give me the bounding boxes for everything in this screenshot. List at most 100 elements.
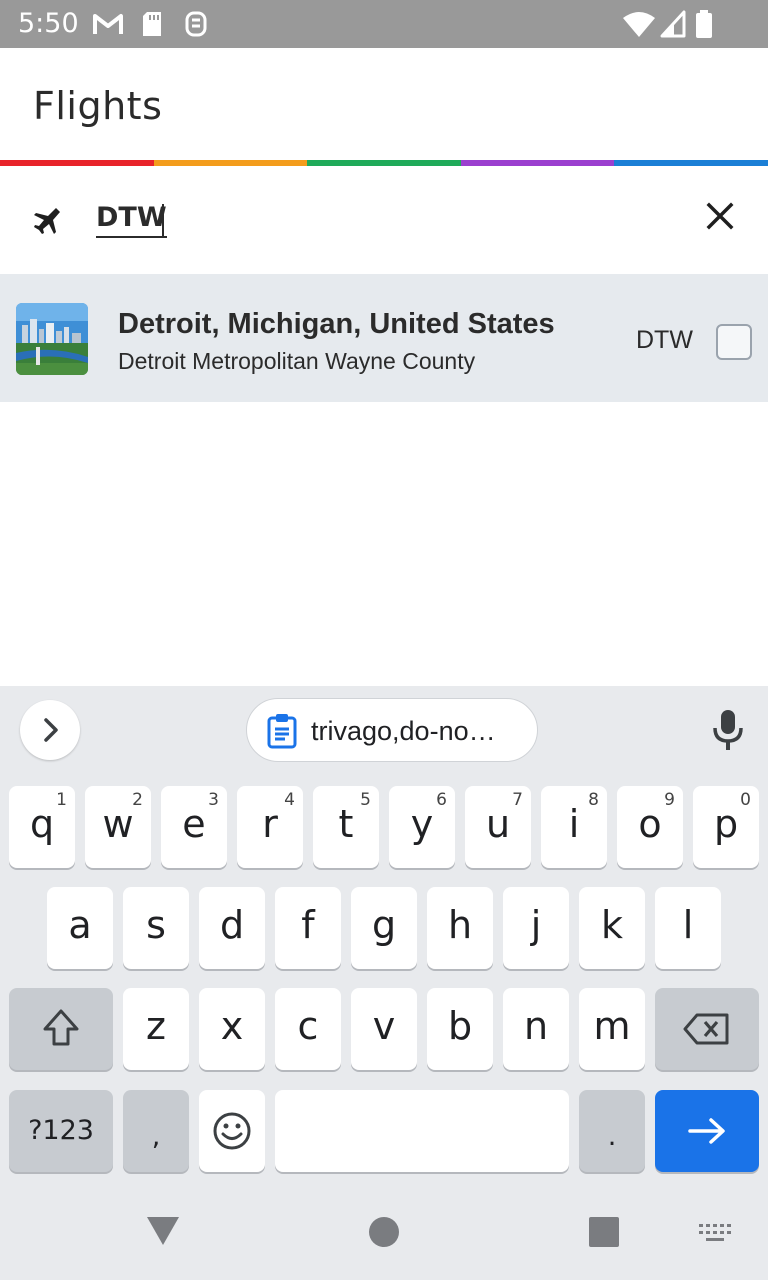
result-airport: Detroit Metropolitan Wayne County: [118, 348, 476, 374]
backspace-key[interactable]: [655, 988, 759, 1070]
key-w[interactable]: w2: [85, 786, 151, 868]
key-label: v: [372, 1004, 396, 1048]
key-u[interactable]: u7: [465, 786, 531, 868]
page-title: Flights: [33, 84, 163, 128]
key-label: g: [371, 903, 397, 947]
key-v[interactable]: v: [351, 988, 417, 1070]
clipboard-suggestion-chip[interactable]: trivago,do-no…: [246, 698, 538, 762]
city-thumbnail: [16, 303, 88, 375]
comma-key-label: ,: [151, 1121, 161, 1152]
key-number-hint: 9: [664, 790, 675, 810]
back-nav-icon[interactable]: [146, 1216, 180, 1246]
microphone-icon[interactable]: [710, 708, 746, 752]
list-item[interactable]: Detroit, Michigan, United States Detroit…: [0, 274, 768, 402]
period-key-label: .: [607, 1121, 617, 1152]
key-e[interactable]: e3: [161, 786, 227, 868]
suggestion-bar: trivago,do-no…: [0, 686, 768, 780]
key-number-hint: 1: [56, 790, 67, 810]
key-o[interactable]: o9: [617, 786, 683, 868]
key-g[interactable]: g: [351, 887, 417, 969]
key-label: j: [530, 903, 542, 947]
chevron-right-icon: [44, 718, 58, 742]
key-label: h: [447, 903, 473, 947]
result-city: Detroit, Michigan, United States: [118, 308, 555, 340]
backspace-icon: [683, 1013, 729, 1045]
key-y[interactable]: y6: [389, 786, 455, 868]
key-label: x: [220, 1004, 244, 1048]
cast-icon: [185, 11, 207, 37]
key-p[interactable]: p0: [693, 786, 759, 868]
key-label: k: [600, 903, 623, 947]
wifi-icon: [623, 12, 655, 37]
airplane-icon: [34, 208, 60, 234]
emoji-icon: [213, 1112, 251, 1150]
enter-key[interactable]: [655, 1090, 759, 1172]
signal-icon: [660, 10, 686, 38]
key-h[interactable]: h: [427, 887, 493, 969]
status-time: 5:50: [18, 8, 79, 39]
recents-nav-icon[interactable]: [588, 1216, 620, 1248]
key-label: c: [297, 1004, 319, 1048]
key-x[interactable]: x: [199, 988, 265, 1070]
keyboard-switch-icon[interactable]: [698, 1222, 732, 1244]
clipboard-text: trivago,do-no…: [311, 716, 496, 746]
key-number-hint: 2: [132, 790, 143, 810]
key-label: n: [523, 1004, 549, 1048]
key-b[interactable]: b: [427, 988, 493, 1070]
period-key[interactable]: .: [579, 1090, 645, 1172]
result-checkbox[interactable]: [716, 324, 752, 360]
key-label: d: [219, 903, 245, 947]
key-r[interactable]: r4: [237, 786, 303, 868]
search-bar: DTW: [0, 166, 768, 274]
key-label: b: [447, 1004, 473, 1048]
key-t[interactable]: t5: [313, 786, 379, 868]
navigation-bar: [0, 1186, 768, 1280]
key-i[interactable]: i8: [541, 786, 607, 868]
sd-card-icon: [143, 12, 161, 36]
key-m[interactable]: m: [579, 988, 645, 1070]
key-j[interactable]: j: [503, 887, 569, 969]
key-a[interactable]: a: [47, 887, 113, 969]
comma-key[interactable]: ,: [123, 1090, 189, 1172]
space-key[interactable]: [275, 1090, 569, 1172]
key-l[interactable]: l: [655, 887, 721, 969]
search-input[interactable]: DTW: [96, 202, 167, 238]
key-number-hint: 4: [284, 790, 295, 810]
key-label: z: [146, 1004, 166, 1048]
symbols-key[interactable]: ?123: [9, 1090, 113, 1172]
symbols-key-label: ?123: [28, 1115, 94, 1146]
shift-icon: [43, 1009, 79, 1046]
text-caret: [162, 204, 164, 238]
gmail-icon: [93, 14, 123, 34]
app-root: 5:50 Flights DTW Detroit, Michigan, Unit…: [0, 0, 768, 1280]
arrow-right-icon: [688, 1118, 725, 1144]
key-number-hint: 8: [588, 790, 599, 810]
key-label: f: [301, 903, 315, 947]
status-bar: 5:50: [0, 0, 768, 48]
key-f[interactable]: f: [275, 887, 341, 969]
emoji-key[interactable]: [199, 1090, 265, 1172]
key-k[interactable]: k: [579, 887, 645, 969]
key-n[interactable]: n: [503, 988, 569, 1070]
close-icon[interactable]: [704, 200, 736, 232]
shift-key[interactable]: [9, 988, 113, 1070]
key-label: s: [146, 903, 166, 947]
key-number-hint: 5: [360, 790, 371, 810]
result-code: DTW: [636, 326, 693, 354]
expand-toolbar-button[interactable]: [20, 700, 80, 760]
clipboard-icon: [267, 714, 297, 749]
key-q[interactable]: q1: [9, 786, 75, 868]
battery-icon: [696, 10, 712, 38]
key-c[interactable]: c: [275, 988, 341, 1070]
key-d[interactable]: d: [199, 887, 265, 969]
home-nav-icon[interactable]: [368, 1216, 400, 1248]
key-s[interactable]: s: [123, 887, 189, 969]
key-number-hint: 7: [512, 790, 523, 810]
key-label: m: [593, 1004, 631, 1048]
app-header: Flights: [0, 48, 768, 160]
key-number-hint: 6: [436, 790, 447, 810]
key-number-hint: 3: [208, 790, 219, 810]
key-label: l: [682, 903, 694, 947]
key-label: a: [68, 903, 92, 947]
key-z[interactable]: z: [123, 988, 189, 1070]
